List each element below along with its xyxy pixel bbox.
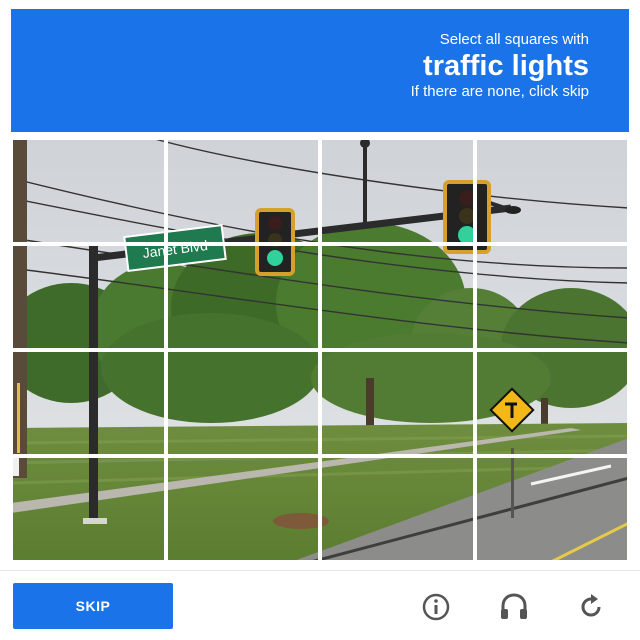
challenge-image-grid: Janet Blvd xyxy=(11,138,629,562)
grid-tile-r0c1[interactable] xyxy=(165,138,320,244)
challenge-header: Select all squares with traffic lights I… xyxy=(11,9,629,132)
target-object-label: traffic lights xyxy=(423,50,589,82)
grid-tile-r3c1[interactable] xyxy=(165,456,320,562)
grid-tile-r3c0[interactable] xyxy=(11,456,166,562)
instruction-text: Select all squares with xyxy=(439,31,589,48)
skip-hint-text: If there are none, click skip xyxy=(410,83,589,100)
grid-tile-r1c0[interactable] xyxy=(11,244,166,350)
grid-tile-r3c3[interactable] xyxy=(474,456,629,562)
grid-tile-r0c2[interactable] xyxy=(320,138,475,244)
grid-tile-r0c3[interactable] xyxy=(474,138,629,244)
grid-tile-r3c2[interactable] xyxy=(320,456,475,562)
grid-tile-r2c0[interactable] xyxy=(11,350,166,456)
grid-tile-r2c1[interactable] xyxy=(165,350,320,456)
tile-grid xyxy=(11,138,629,562)
reload-icon[interactable] xyxy=(573,589,609,625)
info-icon[interactable] xyxy=(418,589,454,625)
grid-tile-r2c3[interactable] xyxy=(474,350,629,456)
grid-tile-r0c0[interactable] xyxy=(11,138,166,244)
recaptcha-challenge: Select all squares with traffic lights I… xyxy=(0,0,640,640)
grid-tile-r1c3[interactable] xyxy=(474,244,629,350)
grid-tile-r1c2[interactable] xyxy=(320,244,475,350)
grid-tile-r1c1[interactable] xyxy=(165,244,320,350)
grid-tile-r2c2[interactable] xyxy=(320,350,475,456)
skip-button[interactable]: SKIP xyxy=(13,583,173,629)
headphones-icon[interactable] xyxy=(496,589,532,625)
challenge-footer: SKIP xyxy=(0,570,640,640)
